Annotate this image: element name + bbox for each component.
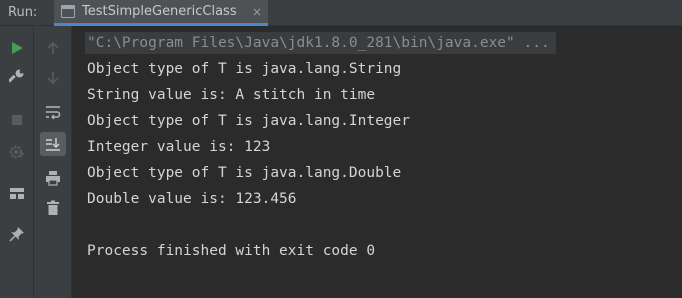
rerun-button[interactable] <box>4 36 30 60</box>
scroll-to-end-icon <box>46 138 60 151</box>
console-line: Object type of T is java.lang.Integer <box>87 113 411 129</box>
scroll-to-end-button[interactable] <box>40 132 66 156</box>
run-tool-window: Run: TestSimpleGenericClass × "C:\Progra… <box>0 0 682 298</box>
debug-gear-icon <box>9 145 25 159</box>
stop-button[interactable] <box>4 108 30 132</box>
console-toolbar <box>34 26 72 298</box>
tab-label: TestSimpleGenericClass <box>82 4 237 19</box>
console-line: Object type of T is java.lang.String <box>87 61 402 77</box>
next-occurrence-button[interactable] <box>40 66 66 90</box>
run-label: Run: <box>8 5 38 20</box>
console-line: Object type of T is java.lang.Double <box>87 165 402 181</box>
clear-all-button[interactable] <box>40 196 66 220</box>
console-line: String value is: A stitch in time <box>87 87 376 103</box>
pin-icon <box>9 227 24 242</box>
application-window-icon <box>61 5 75 18</box>
command-line: "C:\Program Files\Java\jdk1.8.0_281\bin\… <box>85 32 556 54</box>
tab-run-configuration[interactable]: TestSimpleGenericClass × <box>54 0 268 26</box>
print-button[interactable] <box>40 166 66 190</box>
edit-configuration-button[interactable] <box>4 64 30 88</box>
stop-icon <box>12 115 22 125</box>
console-output[interactable]: "C:\Program Files\Java\jdk1.8.0_281\bin\… <box>72 26 682 298</box>
layout-icon <box>10 188 24 199</box>
wrench-icon <box>9 69 24 83</box>
previous-occurrence-button[interactable] <box>40 36 66 60</box>
run-header-bar: Run: TestSimpleGenericClass × <box>0 0 682 26</box>
debug-settings-button[interactable] <box>4 140 30 164</box>
up-arrow-icon <box>47 41 59 54</box>
console-line: Double value is: 123.456 <box>87 191 297 207</box>
pin-tab-button[interactable] <box>4 222 30 246</box>
down-arrow-icon <box>47 72 59 85</box>
close-icon[interactable]: × <box>252 4 262 20</box>
soft-wrap-button[interactable] <box>40 100 66 124</box>
exit-status-line: Process finished with exit code 0 <box>87 243 376 259</box>
trash-icon <box>47 200 59 215</box>
restore-layout-button[interactable] <box>4 181 30 205</box>
left-toolbar <box>0 26 34 298</box>
rerun-icon <box>12 42 23 54</box>
console-line: Integer value is: 123 <box>87 139 271 155</box>
soft-wrap-icon <box>46 106 61 120</box>
print-icon <box>46 171 60 186</box>
